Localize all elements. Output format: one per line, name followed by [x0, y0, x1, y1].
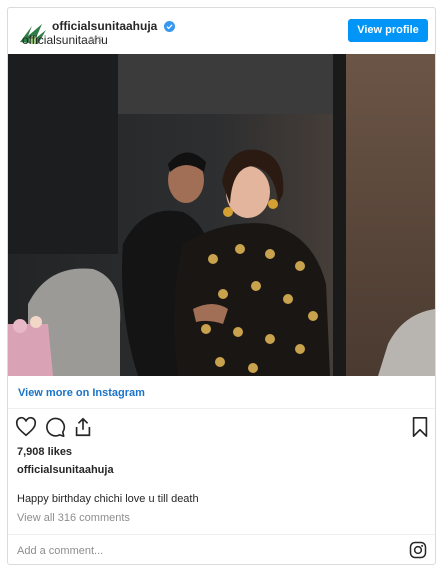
caption-username[interactable]: officialsunitaahuja — [17, 464, 114, 476]
comment-icon[interactable] — [44, 416, 66, 438]
likes-count[interactable]: 7,908 likes — [17, 446, 72, 458]
share-icon[interactable] — [72, 416, 94, 438]
view-profile-button[interactable]: View profile — [348, 19, 428, 42]
view-more-link[interactable]: View more on Instagram — [18, 387, 145, 399]
add-comment-input[interactable]: Add a comment... — [17, 545, 103, 557]
divider — [8, 534, 435, 535]
header-username[interactable]: officialsunitaahuja — [52, 19, 175, 33]
post-photo-graphic — [8, 54, 435, 376]
heart-icon[interactable] — [15, 416, 37, 438]
post-header: officialsunitaahuja officialsunitaahu ..… — [8, 8, 435, 54]
post-caption: Happy birthday chichi love u till death — [17, 493, 199, 505]
divider — [8, 408, 435, 409]
post-image[interactable] — [8, 54, 435, 376]
verified-badge-icon — [163, 21, 175, 33]
header-username-text[interactable]: officialsunitaahuja — [52, 19, 157, 33]
instagram-embed-card: officialsunitaahuja officialsunitaahu ..… — [7, 7, 436, 565]
followers-count: ...ers — [80, 34, 103, 45]
instagram-icon[interactable] — [409, 541, 427, 559]
bookmark-icon[interactable] — [409, 416, 431, 438]
action-bar — [8, 416, 435, 440]
view-all-comments-link[interactable]: View all 316 comments — [17, 512, 130, 524]
